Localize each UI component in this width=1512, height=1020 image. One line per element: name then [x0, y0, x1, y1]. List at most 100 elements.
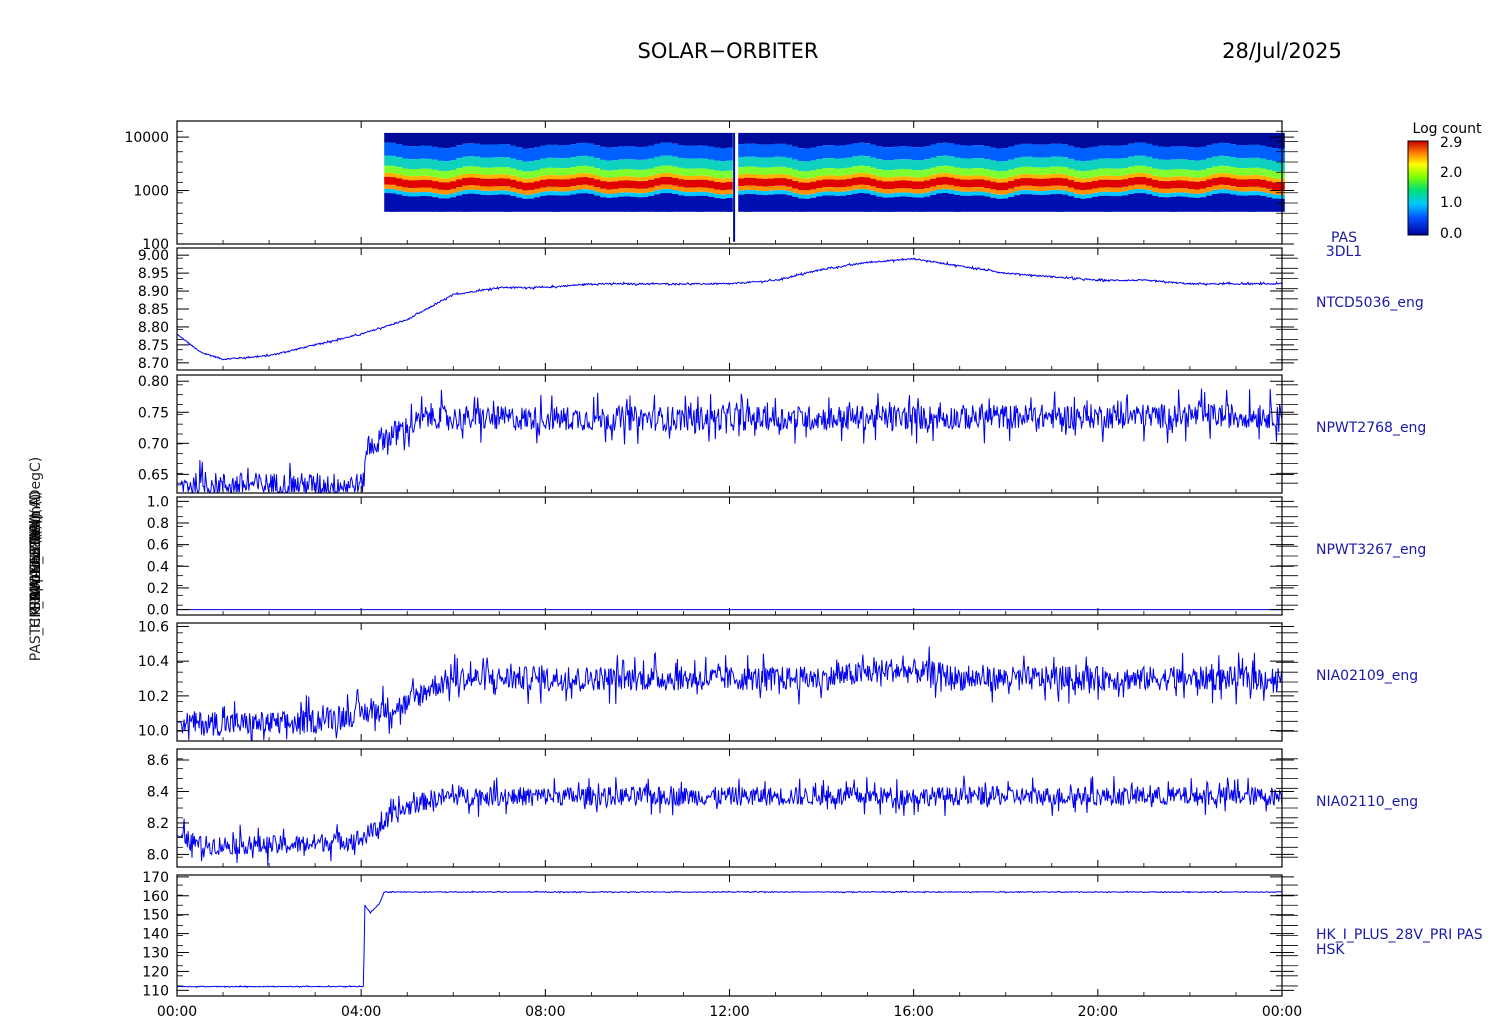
- heatmap-cell: [1026, 132, 1033, 144]
- heatmap-cell: [1074, 181, 1081, 190]
- heatmap-cell: [996, 198, 1003, 212]
- heatmap-cell: [846, 174, 853, 179]
- heatmap-cell: [1032, 186, 1039, 191]
- heatmap-cell: [1098, 187, 1105, 192]
- heatmap-cell: [948, 177, 955, 186]
- heatmap-cell: [1038, 195, 1045, 212]
- heatmap-cell: [984, 176, 991, 181]
- heatmap-cell: [810, 197, 817, 212]
- heatmap-cell: [630, 180, 637, 189]
- heatmap-cell: [414, 180, 421, 188]
- heatmap-cell: [438, 198, 445, 212]
- heatmap-cell: [1164, 181, 1171, 189]
- heatmap-cell: [1188, 160, 1195, 171]
- heatmap-cell: [720, 190, 727, 195]
- heatmap-cell: [426, 176, 433, 181]
- heatmap-cell: [1218, 193, 1225, 212]
- heatmap-cell: [552, 175, 559, 180]
- heatmap-cell: [570, 178, 577, 187]
- heatmap-cell: [456, 175, 463, 180]
- heatmap-cell: [432, 159, 439, 170]
- heatmap-cell: [978, 145, 985, 159]
- heatmap-cell: [474, 156, 481, 167]
- heatmap-cell: [924, 169, 931, 177]
- heatmap-cell: [1218, 142, 1225, 156]
- heatmap-cell: [906, 176, 913, 181]
- heatmap-cell: [882, 160, 889, 171]
- heatmap-cell: [828, 191, 835, 196]
- series-line: [176, 775, 1283, 866]
- heatmap-cell: [630, 192, 637, 197]
- heatmap-cell: [1038, 144, 1045, 158]
- heatmap-cell: [528, 148, 535, 162]
- heatmap-cell: [492, 178, 499, 187]
- heatmap-cell: [1242, 191, 1249, 196]
- heatmap-cell: [528, 161, 535, 172]
- heatmap-cell: [648, 187, 655, 192]
- heatmap-cell: [1188, 147, 1195, 161]
- heatmap-cell: [600, 159, 607, 170]
- heatmap-cell: [462, 143, 469, 157]
- heatmap-cell: [1236, 187, 1243, 192]
- heatmap-cell: [1074, 160, 1081, 171]
- heatmap-cell: [606, 177, 613, 182]
- heatmap-cell: [1026, 178, 1033, 186]
- heatmap-cell: [546, 186, 553, 192]
- heatmap-cell: [858, 132, 865, 143]
- heatmap-cell: [492, 186, 499, 191]
- heatmap-cell: [852, 166, 859, 174]
- heatmap-cell: [1176, 132, 1183, 147]
- heatmap-cell: [456, 158, 463, 169]
- heatmap-cell: [648, 132, 655, 146]
- heatmap-cell: [540, 179, 547, 188]
- heatmap-cell: [426, 180, 433, 188]
- heatmap-cell: [726, 189, 733, 194]
- heatmap-cell: [966, 132, 973, 146]
- heatmap-cell: [636, 146, 643, 160]
- heatmap-cell: [564, 132, 571, 146]
- heatmap-cell: [990, 132, 997, 148]
- heatmap-cell: [1194, 189, 1201, 194]
- heatmap-cell: [1230, 178, 1237, 187]
- heatmap-cell: [390, 165, 397, 174]
- heatmap-cell: [924, 180, 931, 189]
- heatmap-cell: [846, 157, 853, 168]
- heatmap-cell: [792, 146, 799, 160]
- heatmap-cell: [1014, 167, 1021, 176]
- heatmap-cell: [966, 195, 973, 212]
- heatmap-cell: [912, 160, 919, 171]
- heatmap-cell: [948, 143, 955, 157]
- heatmap-cell: [1224, 156, 1231, 167]
- heatmap-cell: [534, 170, 541, 178]
- heatmap-cell: [1248, 186, 1255, 192]
- heatmap-cell: [1086, 198, 1093, 212]
- heatmap-cell: [918, 132, 925, 148]
- right-label: NIA02109_eng: [1316, 668, 1418, 684]
- heatmap-cell: [870, 178, 877, 187]
- heatmap-cell: [792, 176, 799, 181]
- heatmap-cell: [990, 170, 997, 178]
- heatmap-cell: [1134, 177, 1141, 185]
- heatmap-cell: [990, 189, 997, 194]
- heatmap-cell: [618, 159, 625, 170]
- heatmap-cell: [1092, 180, 1099, 189]
- heatmap-cell: [630, 159, 637, 170]
- heatmap-cell: [648, 145, 655, 159]
- heatmap-cell: [504, 174, 511, 179]
- heatmap-cell: [828, 175, 835, 180]
- heatmap-cell: [852, 185, 859, 190]
- heatmap-cell: [804, 148, 811, 162]
- heatmap-cell: [672, 143, 679, 157]
- heatmap-cell: [1224, 166, 1231, 174]
- heatmap-cell: [438, 182, 445, 190]
- heatmap-cell: [1038, 179, 1045, 187]
- heatmap-cell: [684, 158, 691, 169]
- heatmap-cell: [960, 168, 967, 176]
- heatmap-cell: [420, 192, 427, 196]
- heatmap-cell: [1044, 157, 1051, 168]
- heatmap-cell: [882, 193, 889, 198]
- heatmap-cell: [930, 174, 937, 179]
- heatmap-cell: [1116, 196, 1123, 212]
- heatmap-cell: [1074, 197, 1081, 212]
- y-tick-label: 10.0: [138, 724, 169, 740]
